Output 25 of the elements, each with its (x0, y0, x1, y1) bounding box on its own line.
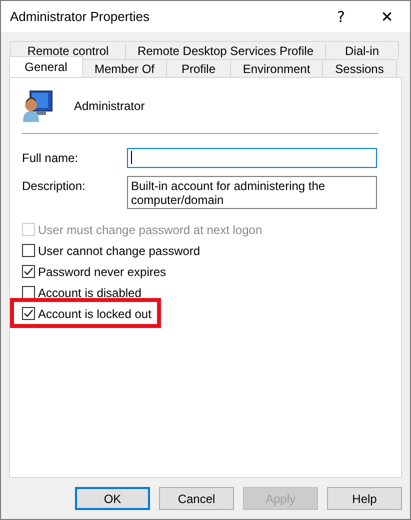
field-label: Description: (22, 178, 86, 193)
close-button[interactable]: ✕ (364, 1, 410, 32)
checkbox-label: Account is disabled (38, 286, 142, 300)
window-title: Administrator Properties (10, 9, 150, 24)
dialog-button[interactable]: OK (75, 487, 150, 510)
user-name: Administrator (74, 99, 145, 113)
checkbox-label: Password never expires (38, 264, 166, 278)
description-field[interactable]: Built-in account for administering the computer/domain (127, 176, 377, 209)
checkbox-label: Account is locked out (38, 306, 152, 320)
dialog-button[interactable]: Help (327, 487, 402, 510)
checkbox[interactable] (22, 265, 35, 278)
checkbox[interactable] (22, 286, 35, 299)
tab[interactable]: Sessions (322, 59, 397, 77)
full-name-field[interactable] (127, 148, 377, 168)
tab[interactable]: Remote Desktop Services Profile (125, 41, 326, 59)
checkbox[interactable] (22, 244, 35, 257)
dialog-button[interactable]: Cancel (159, 487, 234, 510)
tab[interactable]: Dial-in (325, 41, 399, 59)
field-label: Full name: (22, 150, 80, 165)
user-monitor-icon (22, 89, 54, 123)
tab[interactable]: General (9, 56, 83, 77)
checkbox-label: User must change password at next logon (38, 222, 262, 236)
checkbox[interactable] (22, 307, 35, 320)
help-button[interactable]: ? (318, 1, 364, 32)
checkbox-label: User cannot change password (38, 244, 200, 258)
